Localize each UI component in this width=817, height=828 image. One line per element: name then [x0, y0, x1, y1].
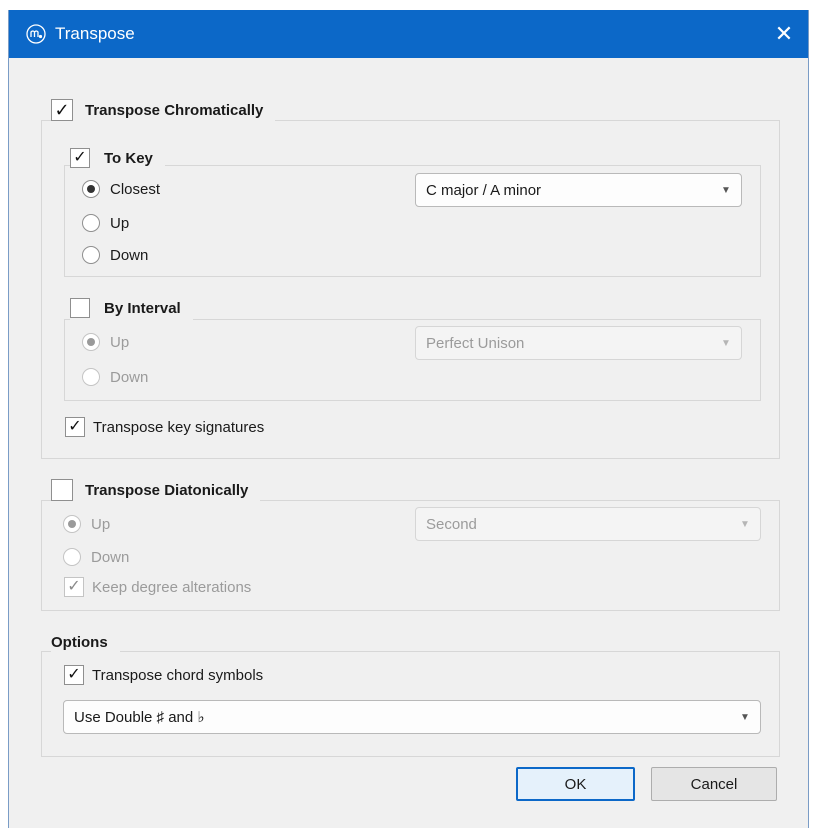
radio-button[interactable]: [82, 180, 100, 198]
radio-label: Closest: [110, 180, 161, 198]
accidentals-select-value: Use Double ♯ and ♭: [74, 709, 205, 726]
keep-degree-alterations[interactable]: ✓ Keep degree alterations: [64, 575, 251, 599]
radio-button[interactable]: [63, 548, 81, 566]
accidentals-select[interactable]: Use Double ♯ and ♭ ▼: [63, 700, 761, 734]
chevron-down-icon: ▼: [721, 184, 731, 196]
to-key-radio-closest[interactable]: Closest: [82, 177, 160, 201]
to-key-label: To Key: [104, 149, 153, 167]
radio-label: Down: [110, 368, 149, 386]
options-legend: Options: [51, 628, 120, 656]
key-select-value: C major / A minor: [426, 181, 542, 199]
by-interval-checkbox[interactable]: [70, 298, 90, 318]
title-bar: Transpose ✕: [9, 10, 808, 58]
chevron-down-icon: ▼: [721, 337, 731, 349]
radio-button[interactable]: [63, 515, 81, 533]
chevron-down-icon: ▼: [740, 711, 750, 723]
diatonic-select-value: Second: [426, 515, 477, 533]
chromatic-legend: ✓ Transpose Chromatically: [51, 96, 276, 124]
diatonic-radio-up[interactable]: Up: [63, 512, 110, 536]
to-key-legend: ✓ To Key: [70, 144, 165, 172]
diatonic-radio-down[interactable]: Down: [63, 545, 129, 569]
ok-button[interactable]: OK: [516, 767, 635, 801]
options-label: Options: [51, 633, 108, 651]
chord-symbols-checkbox[interactable]: ✓: [64, 665, 84, 685]
diatonic-interval-select[interactable]: Second ▼: [415, 507, 761, 541]
key-signatures-checkbox[interactable]: ✓: [65, 417, 85, 437]
keep-alterations-checkbox[interactable]: ✓: [64, 577, 84, 597]
radio-label: Down: [110, 246, 149, 264]
to-key-radio-up[interactable]: Up: [82, 211, 129, 235]
key-select[interactable]: C major / A minor ▼: [415, 173, 742, 207]
close-button[interactable]: ✕: [764, 14, 804, 54]
chevron-down-icon: ▼: [740, 518, 750, 530]
radio-button[interactable]: [82, 333, 100, 351]
radio-label: Up: [91, 515, 111, 533]
radio-button[interactable]: [82, 246, 100, 264]
musescore-icon: [25, 24, 47, 44]
transpose-chord-symbols[interactable]: ✓ Transpose chord symbols: [64, 663, 263, 687]
by-interval-legend: By Interval: [70, 294, 193, 322]
chord-symbols-label: Transpose chord symbols: [92, 666, 264, 684]
by-interval-radio-down[interactable]: Down: [82, 365, 148, 389]
transpose-dialog: Transpose ✕ ✓ Transpose Chromatically ✓ …: [8, 10, 809, 828]
radio-label: Up: [110, 333, 130, 351]
dialog-title: Transpose: [55, 24, 135, 43]
radio-label: Up: [110, 214, 130, 232]
close-icon: ✕: [774, 21, 794, 46]
diatonic-legend: Transpose Diatonically: [51, 476, 261, 504]
by-interval-radio-up[interactable]: Up: [82, 330, 129, 354]
radio-label: Down: [91, 548, 130, 566]
to-key-checkbox[interactable]: ✓: [70, 148, 90, 168]
radio-button[interactable]: [82, 368, 100, 386]
chromatic-checkbox[interactable]: ✓: [51, 99, 73, 121]
chromatic-label: Transpose Chromatically: [85, 101, 264, 119]
interval-select[interactable]: Perfect Unison ▼: [415, 326, 742, 360]
diatonic-checkbox[interactable]: [51, 479, 73, 501]
radio-button[interactable]: [82, 214, 100, 232]
cancel-button[interactable]: Cancel: [651, 767, 777, 801]
to-key-radio-down[interactable]: Down: [82, 243, 148, 267]
transpose-key-signatures[interactable]: ✓ Transpose key signatures: [65, 415, 264, 439]
keep-alterations-label: Keep degree alterations: [92, 578, 252, 596]
diatonic-label: Transpose Diatonically: [85, 481, 249, 499]
key-signatures-label: Transpose key signatures: [93, 418, 265, 436]
interval-select-value: Perfect Unison: [426, 334, 525, 352]
by-interval-label: By Interval: [104, 299, 181, 317]
